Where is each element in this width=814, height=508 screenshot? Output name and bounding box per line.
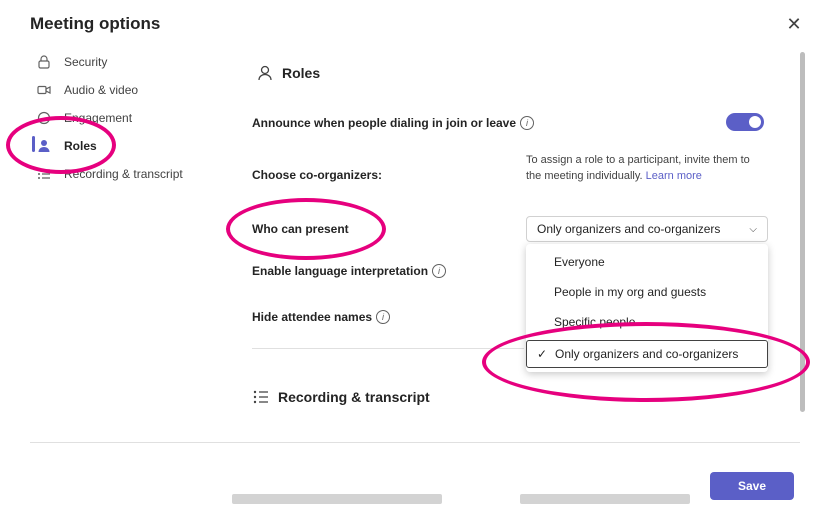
who-can-present-dropdown: Everyone People in my org and guests Spe… (526, 244, 768, 372)
option-label: People in my org and guests (554, 285, 707, 299)
faded-setting-value (520, 494, 690, 504)
who-can-present-value: Only organizers and co-organizers (537, 222, 721, 236)
option-specific-people[interactable]: Specific people (526, 308, 768, 336)
sidebar-item-engagement[interactable]: Engagement (36, 108, 132, 128)
who-can-present-select[interactable]: Only organizers and co-organizers ⌵ (526, 216, 768, 242)
checkmark-icon: ✓ (537, 347, 548, 361)
roles-heading-text: Roles (282, 65, 321, 81)
recording-heading: Recording & transcript (252, 388, 430, 406)
sidebar-item-label: Audio & video (64, 83, 139, 97)
sidebar-item-label: Engagement (64, 111, 133, 125)
language-label-text: Enable language interpretation (252, 264, 429, 278)
hide-names-label-text: Hide attendee names (252, 310, 373, 324)
co-organizers-hint-text: To assign a role to a participant, invit… (526, 154, 750, 182)
option-label: Specific people (554, 315, 636, 329)
active-indicator (32, 136, 35, 152)
option-label: Only organizers and co-organizers (555, 347, 739, 361)
list-icon (36, 166, 52, 182)
camera-icon (36, 82, 52, 98)
info-icon[interactable]: i (376, 310, 391, 324)
sidebar-item-label: Roles (64, 139, 97, 153)
hide-attendee-names-label: Hide attendee names i (252, 310, 391, 324)
info-icon[interactable]: i (520, 116, 535, 130)
toggle-knob (749, 116, 761, 128)
announce-toggle[interactable] (726, 113, 764, 131)
co-organizers-label: Choose co-organizers: (252, 168, 383, 182)
who-can-present-label: Who can present (252, 222, 349, 236)
sidebar-item-roles[interactable]: Roles (36, 136, 97, 156)
announce-label-text: Announce when people dialing in join or … (252, 116, 517, 130)
roles-panel: Roles Announce when people dialing in jo… (228, 40, 788, 450)
info-icon[interactable]: i (432, 264, 447, 278)
recording-heading-text: Recording & transcript (278, 389, 430, 405)
people-icon (256, 64, 274, 82)
list-icon (252, 388, 270, 406)
sidebar-item-label: Recording & transcript (64, 167, 183, 181)
option-everyone[interactable]: Everyone (526, 248, 768, 276)
option-org-and-guests[interactable]: People in my org and guests (526, 278, 768, 306)
chevron-down-icon: ⌵ (749, 224, 757, 235)
faded-setting-label (232, 494, 442, 504)
section-divider (252, 348, 524, 349)
option-label: Everyone (554, 255, 605, 269)
sidebar-item-audio-video[interactable]: Audio & video (36, 80, 138, 100)
save-button[interactable]: Save (710, 472, 794, 500)
engagement-icon (36, 110, 52, 126)
sidebar-item-recording[interactable]: Recording & transcript (36, 164, 183, 184)
close-icon[interactable]: ✕ (784, 14, 804, 34)
sidebar-item-security[interactable]: Security (36, 52, 107, 72)
scrollbar[interactable] (800, 52, 805, 412)
learn-more-link[interactable]: Learn more (646, 170, 702, 182)
option-organizers-only[interactable]: ✓ Only organizers and co-organizers (526, 340, 768, 368)
roles-heading: Roles (256, 64, 320, 82)
person-icon (36, 138, 52, 154)
co-organizers-hint: To assign a role to a participant, invit… (526, 152, 758, 184)
footer-divider (30, 442, 800, 443)
lock-icon (36, 54, 52, 70)
language-interpretation-label: Enable language interpretation i (252, 264, 447, 278)
announce-label: Announce when people dialing in join or … (252, 116, 535, 130)
dialog-title: Meeting options (30, 14, 161, 33)
sidebar-item-label: Security (64, 55, 108, 69)
meeting-options-dialog: Meeting options ✕ Security Audio & video… (0, 0, 814, 508)
